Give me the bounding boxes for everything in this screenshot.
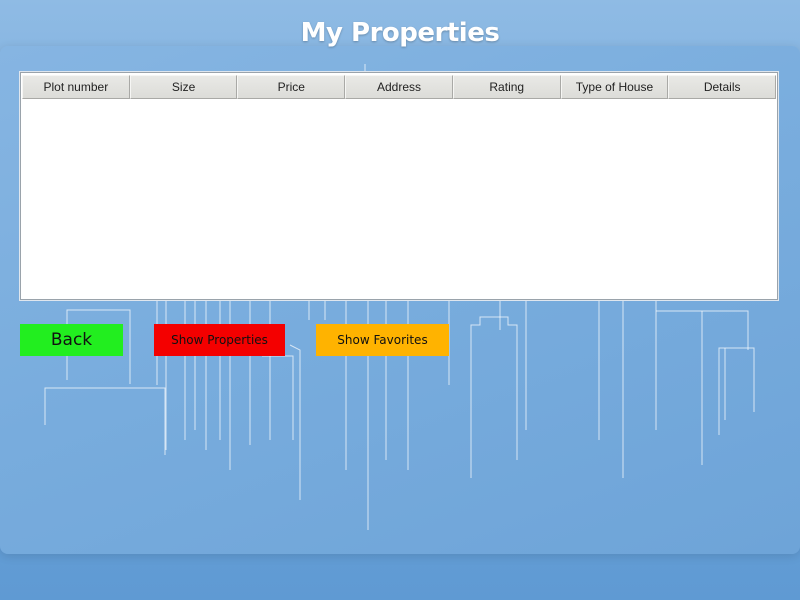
column-header-size[interactable]: Size: [129, 75, 238, 99]
column-header-details[interactable]: Details: [668, 75, 777, 99]
column-header-price[interactable]: Price: [237, 75, 346, 99]
column-header-rating[interactable]: Rating: [452, 75, 561, 99]
back-button[interactable]: Back: [20, 324, 123, 356]
show-properties-button[interactable]: Show Properties: [154, 324, 285, 356]
column-header-plot-number[interactable]: Plot number: [22, 75, 130, 99]
table-header-row: Plot number Size Price Address Rating Ty…: [22, 75, 777, 99]
column-header-address[interactable]: Address: [345, 75, 453, 99]
properties-table[interactable]: Plot number Size Price Address Rating Ty…: [20, 72, 778, 300]
column-header-type-of-house[interactable]: Type of House: [560, 75, 669, 99]
page-title: My Properties: [300, 18, 500, 48]
show-favorites-button[interactable]: Show Favorites: [316, 324, 449, 356]
